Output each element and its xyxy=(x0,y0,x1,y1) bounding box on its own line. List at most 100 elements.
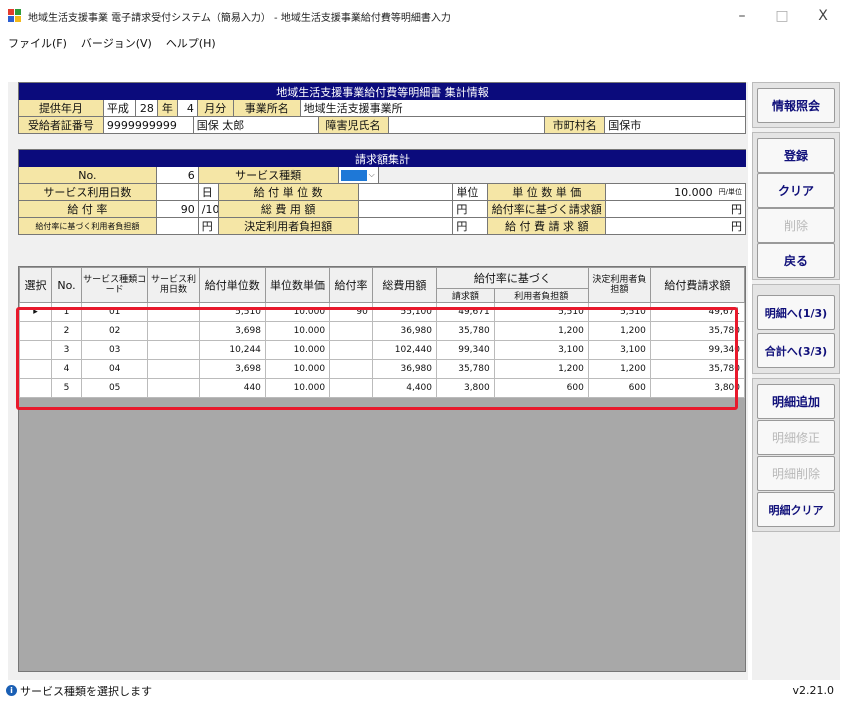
row-decided-share[interactable]: 1,200 xyxy=(587,321,651,341)
rate-claim-field[interactable]: 円 xyxy=(606,201,746,218)
row-benefit-units[interactable]: 5,510 xyxy=(198,302,266,322)
menu-version[interactable]: バージョン(V) xyxy=(81,35,152,51)
row-payment-claim[interactable]: 35,780 xyxy=(649,359,745,379)
row-benefit-units[interactable]: 3,698 xyxy=(198,321,266,341)
row-service-days[interactable] xyxy=(147,359,200,379)
row-user-share[interactable]: 1,200 xyxy=(493,321,589,341)
row-decided-share[interactable]: 5,510 xyxy=(587,302,651,322)
era-field[interactable]: 平成 xyxy=(103,100,136,117)
row-select-marker[interactable] xyxy=(19,378,53,398)
minimize-button[interactable]: – xyxy=(722,0,762,32)
row-no[interactable]: 1 xyxy=(51,302,83,322)
row-claim[interactable]: 49,671 xyxy=(436,302,495,322)
delete-button[interactable]: 削除 xyxy=(757,208,835,243)
row-rate[interactable] xyxy=(329,321,373,341)
row-payment-claim[interactable]: 3,800 xyxy=(649,378,745,398)
certificate-number-field[interactable]: 9999999999 xyxy=(103,117,194,134)
table-row[interactable]: 5 05 440 10.000 4,400 3,800 600 600 3,800 xyxy=(19,378,745,398)
detail-nav-button[interactable]: 明細へ(1/3) xyxy=(757,295,835,330)
row-unit-price[interactable]: 10.000 xyxy=(264,340,331,360)
register-button[interactable]: 登録 xyxy=(757,138,835,173)
row-total-cost[interactable]: 102,440 xyxy=(371,340,438,360)
menu-file[interactable]: ファイル(F) xyxy=(8,35,67,51)
info-lookup-button[interactable]: 情報照会 xyxy=(757,88,835,123)
rate-user-share-field[interactable] xyxy=(156,218,199,235)
row-user-share[interactable]: 1,200 xyxy=(493,359,589,379)
total-cost-field[interactable] xyxy=(358,201,454,218)
unit-price-field[interactable]: 10.000 円/単位 xyxy=(606,184,746,201)
table-row[interactable]: ▸ 1 01 5,510 10.000 90 55,100 49,671 5,510 5,510 4… xyxy=(19,302,745,322)
payment-claim-field[interactable]: 円 xyxy=(606,218,746,235)
row-decided-share[interactable]: 600 xyxy=(587,378,651,398)
service-type-select[interactable]: ⌵ xyxy=(338,167,379,184)
row-total-cost[interactable]: 36,980 xyxy=(371,321,438,341)
row-service-code[interactable]: 02 xyxy=(81,321,149,341)
row-no[interactable]: 4 xyxy=(51,359,83,379)
row-service-code[interactable]: 01 xyxy=(81,302,149,322)
row-service-code[interactable]: 03 xyxy=(81,340,149,360)
row-benefit-units[interactable]: 440 xyxy=(198,378,266,398)
row-unit-price[interactable]: 10.000 xyxy=(264,359,331,379)
row-rate[interactable] xyxy=(329,359,373,379)
row-no[interactable]: 3 xyxy=(51,340,83,360)
row-no[interactable]: 2 xyxy=(51,321,83,341)
child-name-field[interactable] xyxy=(388,117,546,134)
row-rate[interactable]: 90 xyxy=(329,302,373,322)
row-select-marker[interactable] xyxy=(19,359,53,379)
clear-button[interactable]: クリア xyxy=(757,173,835,208)
row-total-cost[interactable]: 36,980 xyxy=(371,359,438,379)
row-total-cost[interactable]: 55,100 xyxy=(371,302,438,322)
row-decided-share[interactable]: 3,100 xyxy=(587,340,651,360)
month-field[interactable]: 4 xyxy=(177,100,198,117)
row-service-days[interactable] xyxy=(147,340,200,360)
row-payment-claim[interactable]: 35,780 xyxy=(649,321,745,341)
row-benefit-units[interactable]: 10,244 xyxy=(198,340,266,360)
maximize-button[interactable]: □ xyxy=(762,0,802,32)
row-unit-price[interactable]: 10.000 xyxy=(264,378,331,398)
row-unit-price[interactable]: 10.000 xyxy=(264,302,331,322)
row-decided-share[interactable]: 1,200 xyxy=(587,359,651,379)
municipality-field[interactable]: 国保市 xyxy=(605,117,746,134)
clear-detail-button[interactable]: 明細クリア xyxy=(757,492,835,527)
row-payment-claim[interactable]: 49,671 xyxy=(649,302,745,322)
table-row[interactable]: 4 04 3,698 10.000 36,980 35,780 1,200 1,200 35,7… xyxy=(19,359,745,379)
row-claim[interactable]: 35,780 xyxy=(436,321,495,341)
row-no[interactable]: 5 xyxy=(51,378,83,398)
benefit-rate-field[interactable]: 90 xyxy=(156,201,199,218)
add-detail-button[interactable]: 明細追加 xyxy=(757,384,835,419)
close-button[interactable]: X xyxy=(803,0,843,32)
benefit-units-field[interactable] xyxy=(358,184,454,201)
decided-share-field[interactable] xyxy=(358,218,454,235)
chevron-down-icon[interactable]: ⌵ xyxy=(369,170,375,180)
row-service-days[interactable] xyxy=(147,321,200,341)
edit-detail-button[interactable]: 明細修正 xyxy=(757,420,835,455)
row-user-share[interactable]: 3,100 xyxy=(493,340,589,360)
row-rate[interactable] xyxy=(329,378,373,398)
service-days-field[interactable] xyxy=(156,184,199,201)
row-service-code[interactable]: 04 xyxy=(81,359,149,379)
delete-detail-button[interactable]: 明細削除 xyxy=(757,456,835,491)
year-field[interactable]: 28 xyxy=(135,100,158,117)
row-rate[interactable] xyxy=(329,340,373,360)
detail-grid[interactable]: 選択 No. サービス種類コード サービス利用日数 給付単位数 単位数単価 給付… xyxy=(18,266,746,672)
office-name-field[interactable]: 地域生活支援事業所 xyxy=(300,100,747,117)
row-select-marker[interactable] xyxy=(19,340,53,360)
table-row[interactable]: 3 03 10,244 10.000 102,440 99,340 3,100 3,100 99… xyxy=(19,340,745,360)
menu-help[interactable]: ヘルプ(H) xyxy=(166,35,216,51)
row-claim[interactable]: 99,340 xyxy=(436,340,495,360)
row-service-code[interactable]: 05 xyxy=(81,378,149,398)
row-claim[interactable]: 35,780 xyxy=(436,359,495,379)
row-payment-claim[interactable]: 99,340 xyxy=(649,340,745,360)
row-benefit-units[interactable]: 3,698 xyxy=(198,359,266,379)
row-select-marker[interactable]: ▸ xyxy=(19,302,53,322)
row-total-cost[interactable]: 4,400 xyxy=(371,378,438,398)
row-user-share[interactable]: 600 xyxy=(493,378,589,398)
row-service-days[interactable] xyxy=(147,302,200,322)
recipient-name-field[interactable]: 国保 太郎 xyxy=(193,117,319,134)
row-service-days[interactable] xyxy=(147,378,200,398)
row-user-share[interactable]: 5,510 xyxy=(493,302,589,322)
table-row[interactable]: 2 02 3,698 10.000 36,980 35,780 1,200 1,200 35,7… xyxy=(19,321,745,341)
row-unit-price[interactable]: 10.000 xyxy=(264,321,331,341)
row-claim[interactable]: 3,800 xyxy=(436,378,495,398)
total-nav-button[interactable]: 合計へ(3/3) xyxy=(757,333,835,368)
